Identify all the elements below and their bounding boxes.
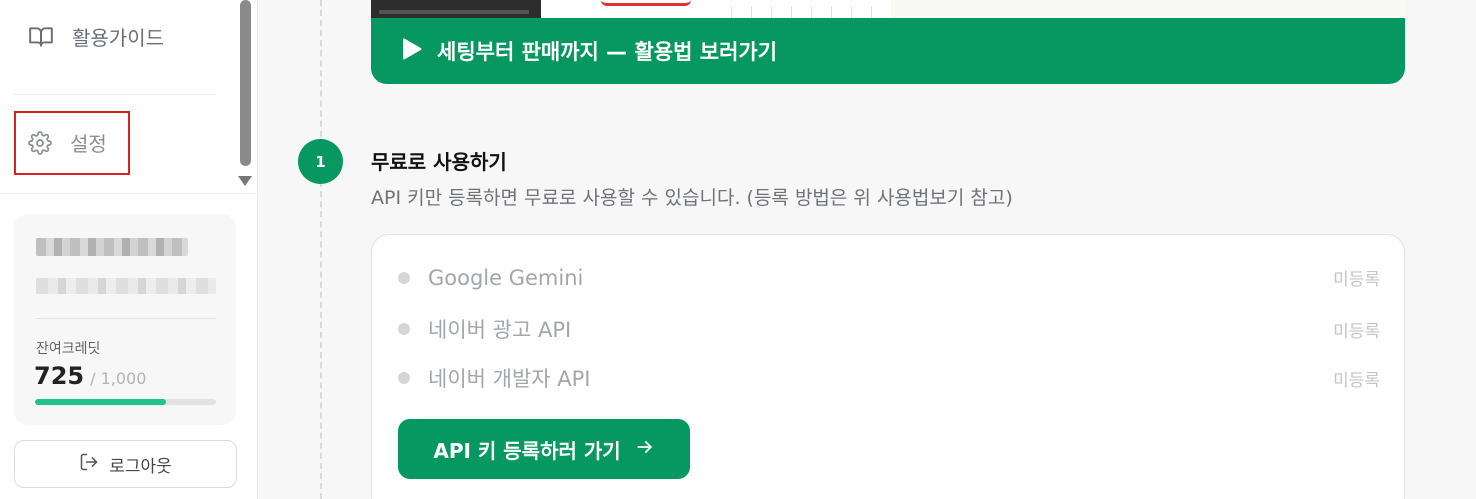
step-title: 무료로 사용하기 — [371, 150, 507, 174]
profile-card: 잔여크레딧 725 / 1,000 — [14, 214, 236, 425]
sidebar-item-guide[interactable]: 활용가이드 — [28, 22, 164, 51]
step-description: API 키만 등록하면 무료로 사용할 수 있습니다. (등록 방법은 위 사용… — [371, 187, 1013, 209]
profile-divider — [36, 318, 216, 319]
api-name: 네이버 개발자 API — [428, 367, 591, 391]
api-row-google-gemini: Google Gemini 미등록 — [398, 265, 1380, 290]
credit-readout: 725 / 1,000 — [34, 362, 146, 390]
sidebar-divider — [0, 193, 258, 194]
blurred-user-name — [36, 238, 188, 256]
status-dot — [398, 372, 410, 384]
scrollbar-thumb[interactable] — [240, 0, 251, 166]
api-name: 네이버 광고 API — [428, 318, 572, 342]
api-status: 미등록 — [1333, 370, 1380, 391]
timeline-line — [320, 0, 322, 499]
api-status: 미등록 — [1333, 321, 1380, 342]
arrow-right-icon — [635, 437, 655, 462]
api-row-naver-developer: 네이버 개발자 API 미등록 — [398, 363, 1380, 393]
sidebar-divider — [14, 94, 216, 95]
register-api-key-button[interactable]: API 키 등록하러 가기 — [398, 419, 690, 479]
logout-label: 로그아웃 — [109, 456, 172, 477]
status-dot — [398, 271, 410, 284]
credit-progress-fill — [35, 399, 167, 405]
register-button-label: API 키 등록하러 가기 — [433, 438, 621, 463]
logout-button[interactable]: 로그아웃 — [14, 440, 237, 488]
sidebar-item-label: 활용가이드 — [72, 26, 164, 50]
credit-value: 725 — [34, 362, 85, 390]
api-status: 미등록 — [1333, 270, 1380, 290]
blurred-user-email — [36, 278, 216, 294]
sidebar: 활용가이드 설정 잔여크레딧 725 / 1,000 로그아웃 — [0, 0, 258, 499]
api-name: Google Gemini — [428, 265, 584, 290]
video-cta-label: 세팅부터 판매까지 — 활용법 보러가기 — [437, 40, 778, 64]
credit-total: / 1,000 — [90, 369, 147, 388]
book-open-icon — [28, 24, 54, 50]
settings-highlight-box — [14, 111, 130, 175]
video-thumbnail[interactable] — [371, 0, 1405, 20]
play-icon — [401, 37, 423, 66]
thumbnail-spreadsheet — [731, 6, 891, 18]
scroll-down-arrow-icon[interactable] — [238, 176, 252, 186]
thumbnail-annotation — [601, 0, 691, 6]
thumbnail-toolbar — [379, 10, 529, 14]
api-status-card: Google Gemini 미등록 네이버 광고 API 미등록 네이버 개발자… — [371, 234, 1405, 499]
credit-progress-bar — [35, 399, 216, 405]
status-dot — [398, 323, 410, 335]
api-row-naver-ads: 네이버 광고 API 미등록 — [398, 314, 1380, 344]
step-number-badge: 1 — [298, 139, 343, 184]
logout-icon — [79, 452, 99, 477]
video-cta-button[interactable]: 세팅부터 판매까지 — 활용법 보러가기 — [371, 18, 1405, 84]
app-root: 활용가이드 설정 잔여크레딧 725 / 1,000 로그아웃 세팅부터 판매까… — [0, 0, 1476, 499]
credit-label: 잔여크레딧 — [36, 341, 101, 357]
